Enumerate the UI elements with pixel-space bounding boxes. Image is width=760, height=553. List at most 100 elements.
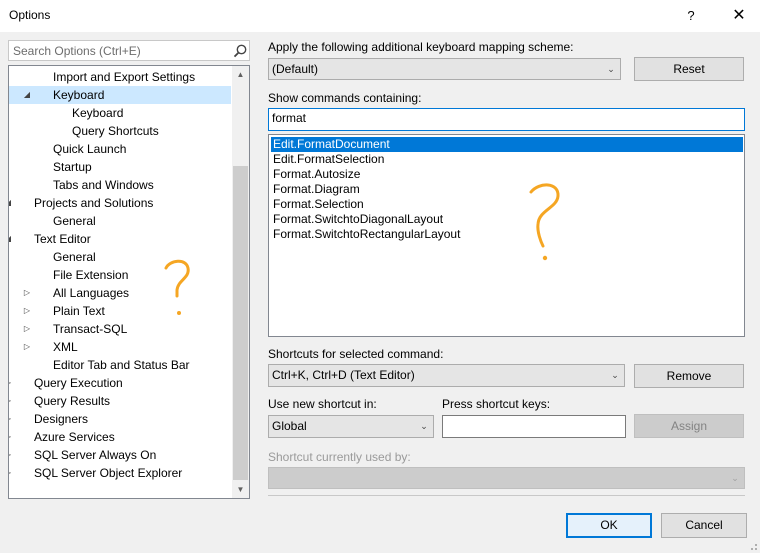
tree-item-label: All Languages — [53, 286, 130, 300]
collapsed-arrow-icon[interactable]: ▷ — [22, 284, 32, 302]
tree-item-label: SQL Server Object Explorer — [34, 466, 183, 480]
scroll-up-icon[interactable]: ▲ — [232, 66, 249, 83]
chevron-down-icon: ⌄ — [607, 64, 615, 74]
tree-item[interactable]: Quick Launch — [9, 140, 231, 158]
search-icon[interactable] — [232, 43, 248, 59]
tree-item-label: XML — [53, 340, 78, 354]
ok-button[interactable]: OK — [566, 513, 652, 538]
search-options-input[interactable] — [13, 42, 228, 59]
mapping-scheme-select[interactable]: (Default) ⌄ — [268, 58, 621, 80]
question-mark-annotation — [529, 183, 560, 261]
scroll-thumb[interactable] — [233, 166, 248, 480]
command-list-item[interactable]: Format.Autosize — [271, 167, 743, 182]
commands-list: Edit.FormatDocument Edit.FormatSelection F… — [268, 134, 745, 337]
tree-item[interactable]: Import and Export Settings — [9, 68, 231, 86]
command-list-item[interactable]: Format.SwitchtoRectangularLayout — [271, 227, 743, 242]
collapsed-arrow-icon[interactable]: ▷ — [22, 302, 32, 320]
show-commands-label: Show commands containing: — [268, 91, 422, 105]
tree-item-label: Query Results — [34, 394, 111, 408]
tree-item[interactable]: ▷ Designers — [9, 410, 231, 428]
tree-item[interactable]: Editor Tab and Status Bar — [9, 356, 231, 374]
shortcuts-value: Ctrl+K, Ctrl+D (Text Editor) — [272, 368, 415, 382]
collapsed-arrow-icon[interactable]: ▷ — [9, 428, 13, 446]
press-shortcut-keys-input[interactable] — [446, 418, 610, 432]
shortcuts-label: Shortcuts for selected command: — [268, 347, 444, 361]
tree-item[interactable]: ▷ Plain Text — [9, 302, 231, 320]
command-list-item[interactable]: Format.Selection — [271, 197, 743, 212]
scroll-down-icon[interactable]: ▼ — [232, 481, 249, 498]
command-list-item[interactable]: Edit.FormatDocument — [271, 137, 743, 152]
tree-item[interactable]: ▷ XML — [9, 338, 231, 356]
cancel-button[interactable]: Cancel — [661, 513, 747, 538]
tree-item-label: Import and Export Settings — [53, 70, 196, 84]
show-commands-input[interactable] — [272, 111, 700, 125]
chevron-down-icon: ⌄ — [731, 473, 739, 483]
tree-item[interactable]: ◢ Keyboard — [9, 86, 231, 104]
tree-item[interactable]: ◢ Projects and Solutions — [9, 194, 231, 212]
tree-item-label: Transact-SQL — [53, 322, 128, 336]
tree-item[interactable]: General — [9, 248, 231, 266]
close-button[interactable]: ✕ — [722, 2, 756, 30]
command-list-item[interactable]: Format.SwitchtoDiagonalLayout — [271, 212, 743, 227]
window-title: Options — [9, 8, 51, 22]
tree-item-label: Query Shortcuts — [72, 124, 159, 138]
collapsed-arrow-icon[interactable]: ▷ — [9, 464, 13, 482]
tree-item[interactable]: ◢ Text Editor — [9, 230, 231, 248]
collapsed-arrow-icon[interactable]: ▷ — [22, 320, 32, 338]
resize-grip-icon[interactable] — [748, 541, 758, 551]
tree-scrollbar[interactable]: ▲ ▼ — [232, 66, 249, 498]
tree-item[interactable]: ▷ All Languages — [9, 284, 231, 302]
chevron-down-icon: ⌄ — [420, 421, 428, 431]
show-commands-field — [268, 108, 745, 131]
tree-item[interactable]: Tabs and Windows — [9, 176, 231, 194]
collapsed-arrow-icon[interactable]: ▷ — [9, 392, 13, 410]
expanded-arrow-icon[interactable]: ◢ — [9, 230, 13, 248]
press-shortcut-keys-field — [442, 415, 626, 438]
tree-item[interactable]: General — [9, 212, 231, 230]
command-list-item[interactable]: Edit.FormatSelection — [271, 152, 743, 167]
tree-item-label: Editor Tab and Status Bar — [53, 358, 190, 372]
tree-item[interactable]: ▷ SQL Server Object Explorer — [9, 464, 231, 482]
reset-button[interactable]: Reset — [634, 57, 744, 81]
tree-item-label: File Extension — [53, 268, 129, 282]
title-bar: Options ? ✕ — [0, 0, 760, 32]
remove-button[interactable]: Remove — [634, 364, 744, 388]
tree-item-label: Tabs and Windows — [53, 178, 154, 192]
tree-item-label: Projects and Solutions — [34, 196, 154, 210]
tree-item[interactable]: Keyboard — [9, 104, 231, 122]
tree-item[interactable]: ▷ Azure Services — [9, 428, 231, 446]
tree-item[interactable]: Startup — [9, 158, 231, 176]
divider — [268, 495, 745, 496]
currently-used-select[interactable]: ⌄ — [268, 467, 745, 489]
command-list-item[interactable]: Format.Diagram — [271, 182, 743, 197]
use-new-shortcut-select[interactable]: Global ⌄ — [268, 415, 434, 438]
collapsed-arrow-icon[interactable]: ▷ — [9, 410, 13, 428]
currently-used-label: Shortcut currently used by: — [268, 450, 411, 464]
expanded-arrow-icon[interactable]: ◢ — [22, 86, 32, 104]
tree-item[interactable]: ▷ Query Results — [9, 392, 231, 410]
assign-button[interactable]: Assign — [634, 414, 744, 438]
question-mark-annotation — [164, 259, 190, 315]
tree-item-label: Keyboard — [53, 88, 105, 102]
search-options-box — [8, 40, 250, 61]
shortcuts-select[interactable]: Ctrl+K, Ctrl+D (Text Editor) ⌄ — [268, 364, 625, 387]
tree-item-label: Quick Launch — [53, 142, 127, 156]
tree-item-label: Designers — [34, 412, 89, 426]
help-button[interactable]: ? — [676, 2, 706, 30]
collapsed-arrow-icon[interactable]: ▷ — [9, 446, 13, 464]
tree-item-label: General — [53, 214, 96, 228]
tree-item-label: Query Execution — [34, 376, 123, 390]
tree-item-label: Startup — [53, 160, 92, 174]
tree-item[interactable]: File Extension — [9, 266, 231, 284]
expanded-arrow-icon[interactable]: ◢ — [9, 194, 13, 212]
tree-item[interactable]: Query Shortcuts — [9, 122, 231, 140]
tree-item[interactable]: ▷ Query Execution — [9, 374, 231, 392]
collapsed-arrow-icon[interactable]: ▷ — [9, 374, 13, 392]
press-shortcut-keys-label: Press shortcut keys: — [442, 397, 551, 411]
tree-item[interactable]: ▷ Transact-SQL — [9, 320, 231, 338]
tree-item-label: General — [53, 250, 96, 264]
use-new-shortcut-value: Global — [272, 419, 307, 433]
tree-item-label: Keyboard — [72, 106, 124, 120]
tree-item[interactable]: ▷ SQL Server Always On — [9, 446, 231, 464]
collapsed-arrow-icon[interactable]: ▷ — [22, 338, 32, 356]
